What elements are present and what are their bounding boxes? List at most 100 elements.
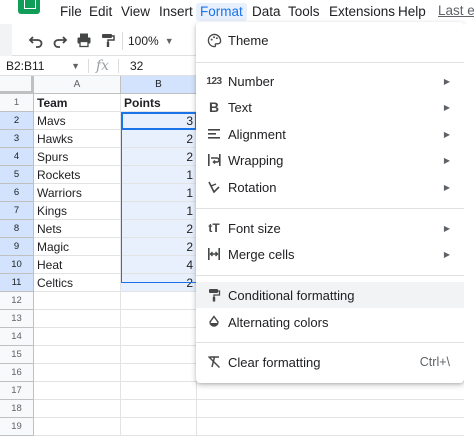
- row-header[interactable]: 10: [0, 256, 34, 274]
- row-header[interactable]: 1: [0, 94, 34, 112]
- cell-b[interactable]: 2: [121, 130, 197, 148]
- cell-c[interactable]: [197, 400, 474, 418]
- menu-item-label: Rotation: [228, 179, 277, 195]
- menu-insert[interactable]: Insert: [155, 3, 197, 21]
- menu-item-alignment[interactable]: Alignment ▶: [196, 121, 464, 147]
- cell-b[interactable]: Points: [121, 94, 197, 112]
- row-header[interactable]: 5: [0, 166, 34, 184]
- cell-b[interactable]: [121, 346, 197, 364]
- undo-icon[interactable]: [28, 32, 44, 48]
- cell-a[interactable]: Celtics: [34, 274, 121, 292]
- cell-a[interactable]: Spurs: [34, 148, 121, 166]
- row-header[interactable]: 8: [0, 220, 34, 238]
- cell-a[interactable]: Warriors: [34, 184, 121, 202]
- sheets-logo-icon[interactable]: [18, 0, 40, 14]
- menu-item-font-size[interactable]: tT Font size ▶: [196, 215, 464, 241]
- row-header[interactable]: 17: [0, 382, 34, 400]
- cell-a[interactable]: Rockets: [34, 166, 121, 184]
- row-header[interactable]: 11: [0, 274, 34, 292]
- row-header[interactable]: 15: [0, 346, 34, 364]
- zoom-select[interactable]: 100% ▼: [128, 32, 174, 50]
- menu-item-rotation[interactable]: Rotation ▶: [196, 174, 464, 200]
- row-header[interactable]: 13: [0, 310, 34, 328]
- paint-format-icon[interactable]: [100, 32, 116, 48]
- menu-item-conditional-formatting[interactable]: Conditional formatting: [196, 282, 464, 308]
- redo-icon[interactable]: [52, 32, 68, 48]
- select-all-corner[interactable]: [0, 76, 34, 94]
- submenu-arrow-icon: ▶: [443, 129, 450, 139]
- cell-b[interactable]: 2: [121, 220, 197, 238]
- menu-divider: [196, 62, 464, 63]
- print-icon[interactable]: [76, 32, 92, 48]
- cell-b[interactable]: [121, 328, 197, 346]
- cell-a[interactable]: [34, 346, 121, 364]
- cell-a[interactable]: [34, 418, 121, 436]
- cell-a[interactable]: Nets: [34, 220, 121, 238]
- cell-b[interactable]: 2: [121, 274, 197, 292]
- shortcut-hint: Ctrl+\: [419, 355, 450, 369]
- cell-b[interactable]: [121, 310, 197, 328]
- menu-divider: [196, 275, 464, 276]
- row-header[interactable]: 3: [0, 130, 34, 148]
- last-edit-link[interactable]: Last e: [438, 3, 474, 18]
- cell-a[interactable]: Kings: [34, 202, 121, 220]
- menu-file[interactable]: File: [56, 3, 86, 21]
- name-box[interactable]: B2:B11 ▼: [0, 56, 86, 76]
- row-header[interactable]: 19: [0, 418, 34, 436]
- cell-b[interactable]: [121, 364, 197, 382]
- menu-item-number[interactable]: 123 Number ▶: [196, 68, 464, 94]
- cell-a[interactable]: Hawks: [34, 130, 121, 148]
- cell-a[interactable]: Team: [34, 94, 121, 112]
- menu-data[interactable]: Data: [248, 3, 285, 21]
- menu-item-alternating-colors[interactable]: Alternating colors: [196, 309, 464, 335]
- row-header[interactable]: 7: [0, 202, 34, 220]
- menu-item-label: Theme: [228, 32, 269, 48]
- cell-b[interactable]: [121, 400, 197, 418]
- menu-divider: [196, 342, 464, 343]
- row-header[interactable]: 2: [0, 112, 34, 130]
- cell-a[interactable]: [34, 382, 121, 400]
- cell-a[interactable]: [34, 328, 121, 346]
- menu-extensions[interactable]: Extensions: [325, 3, 399, 21]
- menu-item-wrapping[interactable]: Wrapping ▶: [196, 147, 464, 173]
- row-header[interactable]: 18: [0, 400, 34, 418]
- cell-b[interactable]: [121, 292, 197, 310]
- menu-edit[interactable]: Edit: [85, 3, 116, 21]
- menu-item-merge-cells[interactable]: Merge cells ▶: [196, 241, 464, 267]
- cell-a[interactable]: [34, 292, 121, 310]
- menu-item-label: Wrapping: [228, 152, 284, 168]
- menu-help[interactable]: Help: [394, 3, 430, 21]
- cell-b[interactable]: 2: [121, 148, 197, 166]
- menu-format[interactable]: Format: [196, 3, 247, 21]
- row-header[interactable]: 12: [0, 292, 34, 310]
- cell-c[interactable]: [197, 382, 474, 400]
- cell-b[interactable]: 3: [121, 112, 197, 130]
- cell-a[interactable]: [34, 310, 121, 328]
- cell-b[interactable]: 1: [121, 202, 197, 220]
- row-header[interactable]: 6: [0, 184, 34, 202]
- row-header[interactable]: 9: [0, 238, 34, 256]
- row-header[interactable]: 16: [0, 364, 34, 382]
- cell-c[interactable]: [197, 418, 474, 436]
- menu-view[interactable]: View: [117, 3, 154, 21]
- cell-a[interactable]: Heat: [34, 256, 121, 274]
- column-header-a[interactable]: A: [34, 76, 121, 94]
- menu-item-theme[interactable]: Theme: [196, 27, 464, 53]
- cell-b[interactable]: 2: [121, 238, 197, 256]
- menu-item-text[interactable]: B Text ▶: [196, 94, 464, 120]
- cell-b[interactable]: 4: [121, 256, 197, 274]
- menu-tools[interactable]: Tools: [284, 3, 324, 21]
- cell-a[interactable]: [34, 364, 121, 382]
- cell-a[interactable]: Mavs: [34, 112, 121, 130]
- cell-b[interactable]: [121, 418, 197, 436]
- cell-b[interactable]: 1: [121, 184, 197, 202]
- column-header-b[interactable]: B: [121, 76, 197, 94]
- row-header[interactable]: 14: [0, 328, 34, 346]
- formula-input[interactable]: 32: [130, 56, 143, 76]
- cell-b[interactable]: [121, 382, 197, 400]
- menu-item-clear-formatting[interactable]: Clear formatting Ctrl+\: [196, 349, 464, 375]
- row-header[interactable]: 4: [0, 148, 34, 166]
- cell-a[interactable]: [34, 400, 121, 418]
- cell-b[interactable]: 1: [121, 166, 197, 184]
- cell-a[interactable]: Magic: [34, 238, 121, 256]
